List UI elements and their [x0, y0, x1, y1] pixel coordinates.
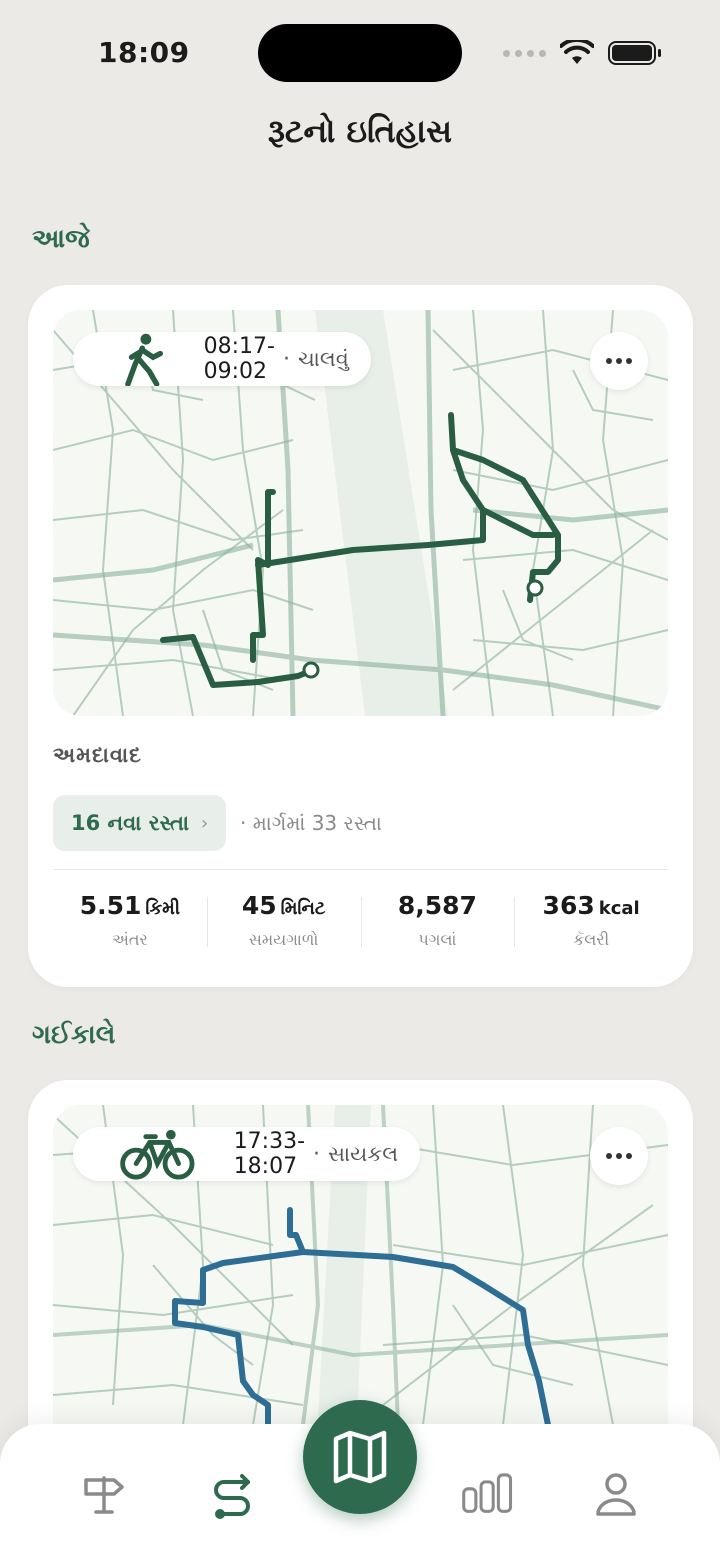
status-icons — [503, 40, 661, 66]
wifi-icon — [560, 40, 594, 64]
road-count: · માર્ગમાં 33 રસ્તા — [240, 811, 382, 835]
stat-duration: 45 મિનિટ સમયગાળો — [206, 881, 361, 971]
chevron-right-icon: › — [201, 812, 209, 834]
status-bar: 18:09 — [0, 0, 720, 100]
stats-icon — [462, 1473, 513, 1513]
pill-separator: · — [313, 1141, 321, 1167]
route-mode: ચાલવું — [297, 346, 349, 371]
map-icon — [333, 1430, 387, 1484]
pill-separator: · — [282, 346, 290, 372]
nav-map[interactable] — [303, 1400, 417, 1514]
more-icon — [606, 1153, 612, 1159]
divider — [53, 869, 668, 870]
route-time-pill: 08:17-09:02 · ચાલવું — [73, 332, 371, 386]
route-time-range: 08:17-09:02 — [203, 334, 275, 384]
route-city: અમદાવાદ — [53, 743, 142, 767]
more-icon — [606, 358, 612, 364]
page-title: રૂટનો ઇતિહાસ — [267, 112, 453, 150]
signal-icon — [503, 49, 546, 57]
route-mode: સાયકલ — [328, 1141, 399, 1166]
section-title-yesterday: ગઈકાલે — [32, 1020, 116, 1050]
section-title-today: આજે — [32, 224, 90, 254]
route-icon — [214, 1474, 250, 1519]
stat-calories: 363 kcal કૅલરી — [514, 881, 668, 971]
stat-distance: 5.51 કિમી અંતર — [79, 891, 181, 949]
route-map[interactable]: 08:17-09:02 · ચાલવું — [53, 310, 668, 716]
new-roads-button[interactable]: 16 નવા રસ્તા › — [53, 795, 227, 851]
dynamic-island — [258, 24, 462, 82]
route-time-pill: 17:33-18:07 · સાયકલ — [73, 1127, 421, 1181]
walk-icon — [125, 333, 163, 386]
route-card-today[interactable]: 08:17-09:02 · ચાલવું અમદાવાદ 16 નવા રસ્ત… — [28, 285, 693, 987]
more-options-button[interactable] — [590, 332, 648, 390]
status-time: 18:09 — [98, 36, 190, 69]
nav-profile[interactable] — [586, 1464, 646, 1524]
signpost-icon — [84, 1476, 124, 1514]
route-stats: 5.51 કિમી અંતર 45 મિનિટ સમયગાળો 8,587 પગલા… — [53, 881, 668, 971]
nav-explore[interactable] — [74, 1464, 134, 1524]
stat-steps: 8,587 પગલાં — [360, 881, 515, 971]
nav-routes[interactable] — [202, 1464, 262, 1524]
bicycle-icon — [120, 1129, 195, 1180]
nav-stats[interactable] — [458, 1464, 518, 1524]
profile-icon — [596, 1473, 636, 1516]
bottom-nav — [0, 1400, 720, 1564]
new-roads-label: 16 નવા રસ્તા — [71, 810, 190, 835]
more-options-button[interactable] — [590, 1127, 648, 1185]
route-time-range: 17:33-18:07 — [233, 1129, 306, 1179]
battery-icon — [608, 41, 661, 65]
